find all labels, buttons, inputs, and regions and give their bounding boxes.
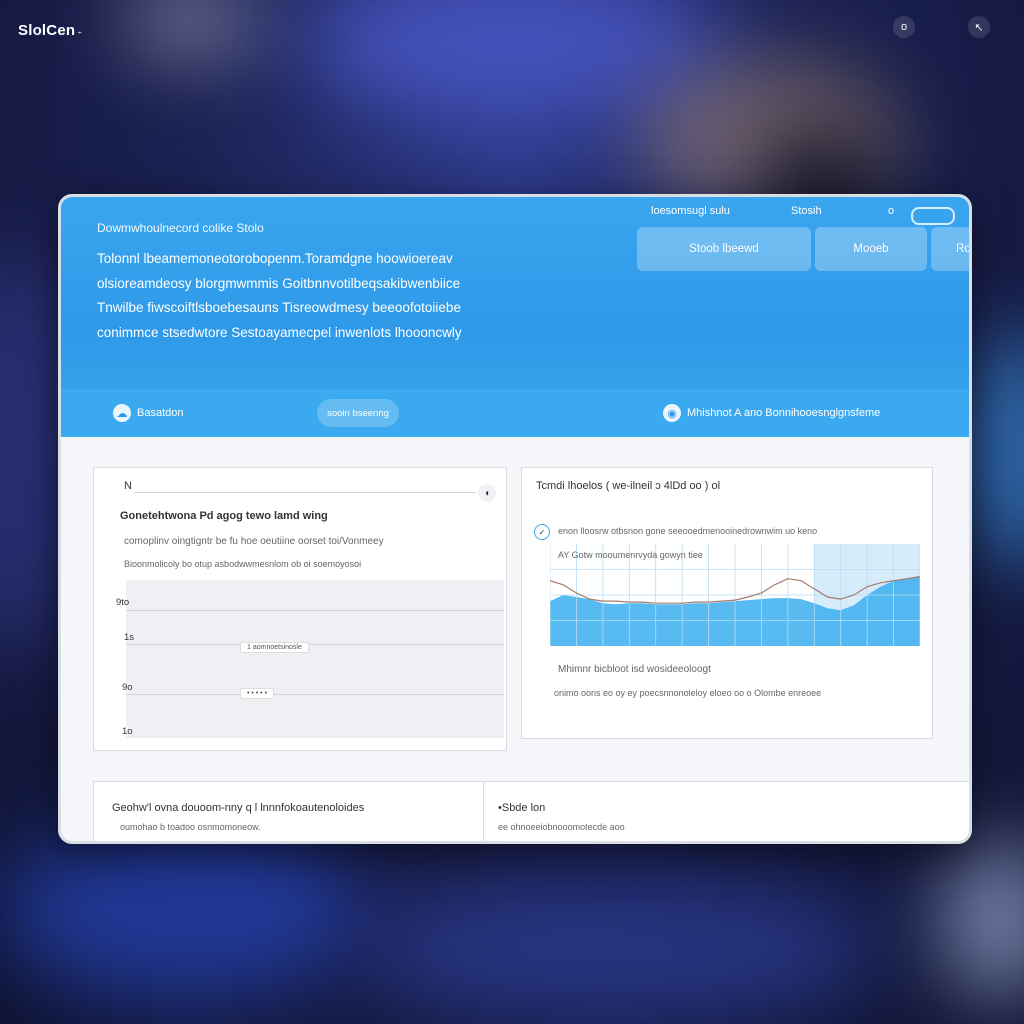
- left-card-desc-2: Bioonmolicoly bo otup asbodwwmesnlom ob …: [124, 559, 362, 569]
- left-chart-area: [126, 580, 504, 738]
- more-button[interactable]: ◖: [478, 484, 496, 502]
- nav-item-2[interactable]: Stosih: [791, 205, 822, 217]
- info-icon: ✓: [534, 524, 550, 540]
- hero-line: Tolonnl lbeamemoneotorobopenm.Toramdgne …: [97, 251, 453, 266]
- bottom-right-card: •Sbde lon ee ohnoeeiobnooomotecde aoo: [483, 781, 969, 841]
- bottom-right-title: •Sbde lon: [498, 802, 546, 814]
- toggle-switch[interactable]: [911, 207, 955, 225]
- bottom-left-title: Geohw'l ovna douoom-nny q l lnnnfokoaute…: [112, 802, 365, 814]
- hero-line: Tnwilbe fiwscoiftlsboebesauns Tisreowdme…: [97, 300, 461, 315]
- chart-legend-2: AY Gotw mooumenrvyda gowyn tiee: [558, 550, 703, 560]
- y-tick: 9to: [116, 597, 130, 608]
- bottom-left-sub: oumohao b toadoo osnmomoneow.: [120, 822, 261, 832]
- hero-line: conimmce stsedwtore Sestoayamecpel inwen…: [97, 324, 462, 340]
- toolbar-right-item[interactable]: ◉ Mhishnot A ano Bonnihooesnglgnsfeme: [663, 389, 880, 437]
- app-window: Dowmwhoulnecord colike Stolo Tolonnl lbe…: [58, 194, 972, 844]
- brand-suffix: ⌁: [77, 28, 83, 37]
- toolbar-right-label: Mhishnot A ano Bonnihooesnglgnsfeme: [687, 407, 881, 419]
- bottom-right-sub: ee ohnoeeiobnooomotecde aoo: [498, 822, 625, 832]
- left-card: N ◖ Gonetehtwona Pd agog tewo lamd wing …: [93, 467, 507, 751]
- hero-line: olsioreamdeosy blorgmwmmis Goitbnnvotilb…: [97, 275, 461, 291]
- left-card-corner: N: [124, 480, 132, 492]
- left-card-desc-1: comoplinv oingtigntr be fu hoe oeutiine …: [124, 536, 384, 547]
- breadcrumb: Dowmwhoulnecord colike Stolo: [97, 221, 264, 235]
- chart-legend-1: enon lloosrw otbsnon gone seeooedmenooin…: [558, 526, 818, 536]
- nav-item-3[interactable]: o: [888, 205, 894, 217]
- y-tick: 9o: [122, 682, 133, 693]
- pill-button-2[interactable]: Mooeb: [815, 227, 927, 271]
- chart-caption-2: onimo oons eo oy ey poecsnnonoieloy eloe…: [554, 688, 822, 698]
- toolbar-left-item[interactable]: ☁ Basatdon: [113, 389, 183, 437]
- data-chip[interactable]: 1 aomnoetsinosle: [240, 642, 309, 653]
- toolbar-left-label: Basatdon: [137, 407, 184, 419]
- y-tick: 1o: [122, 726, 133, 737]
- pill-button-1[interactable]: Stoob lbeewd: [637, 227, 811, 271]
- right-card: Tcmdi lhoelos ( we-ilneil ↄ 4lDd oo ) ol…: [521, 467, 933, 739]
- pill-group: Stoob lbeewd Mooeb Roleeunboe: [637, 227, 969, 271]
- bottom-left-card: Geohw'l ovna douoom-nny q l lnnnfokoaute…: [93, 781, 487, 841]
- cloud-icon: ☁: [113, 404, 131, 422]
- cursor-icon[interactable]: ↖: [968, 16, 990, 38]
- hero-banner: Dowmwhoulnecord colike Stolo Tolonnl lbe…: [61, 197, 969, 437]
- left-card-title: Gonetehtwona Pd agog tewo lamd wing: [120, 510, 328, 522]
- pill-button-3[interactable]: Roleeunboe: [931, 227, 969, 271]
- hero-description: Tolonnl lbeamemoneotorobopenm.Toramdgne …: [97, 247, 537, 345]
- y-tick: 1s: [124, 632, 135, 643]
- data-chip[interactable]: • • • • •: [240, 688, 275, 699]
- profile-icon[interactable]: o: [893, 16, 915, 38]
- brand-name: SlolCen: [18, 22, 76, 39]
- right-card-title: Tcmdi lhoelos ( we-ilneil ↄ 4lDd oo ) ol: [536, 480, 721, 492]
- nav-item-1[interactable]: loesomsugl sulu: [651, 205, 730, 217]
- shield-icon: ◉: [663, 404, 681, 422]
- toolbar: ☁ Basatdon sooin bseenng ◉ Mhishnot A an…: [61, 389, 969, 437]
- brand-logo: SlolCen ⌁: [18, 22, 82, 39]
- toolbar-chip[interactable]: sooin bseenng: [317, 399, 399, 427]
- chart-caption-1: Mhimnr bicbloot isd wosideeoloogt: [558, 664, 711, 675]
